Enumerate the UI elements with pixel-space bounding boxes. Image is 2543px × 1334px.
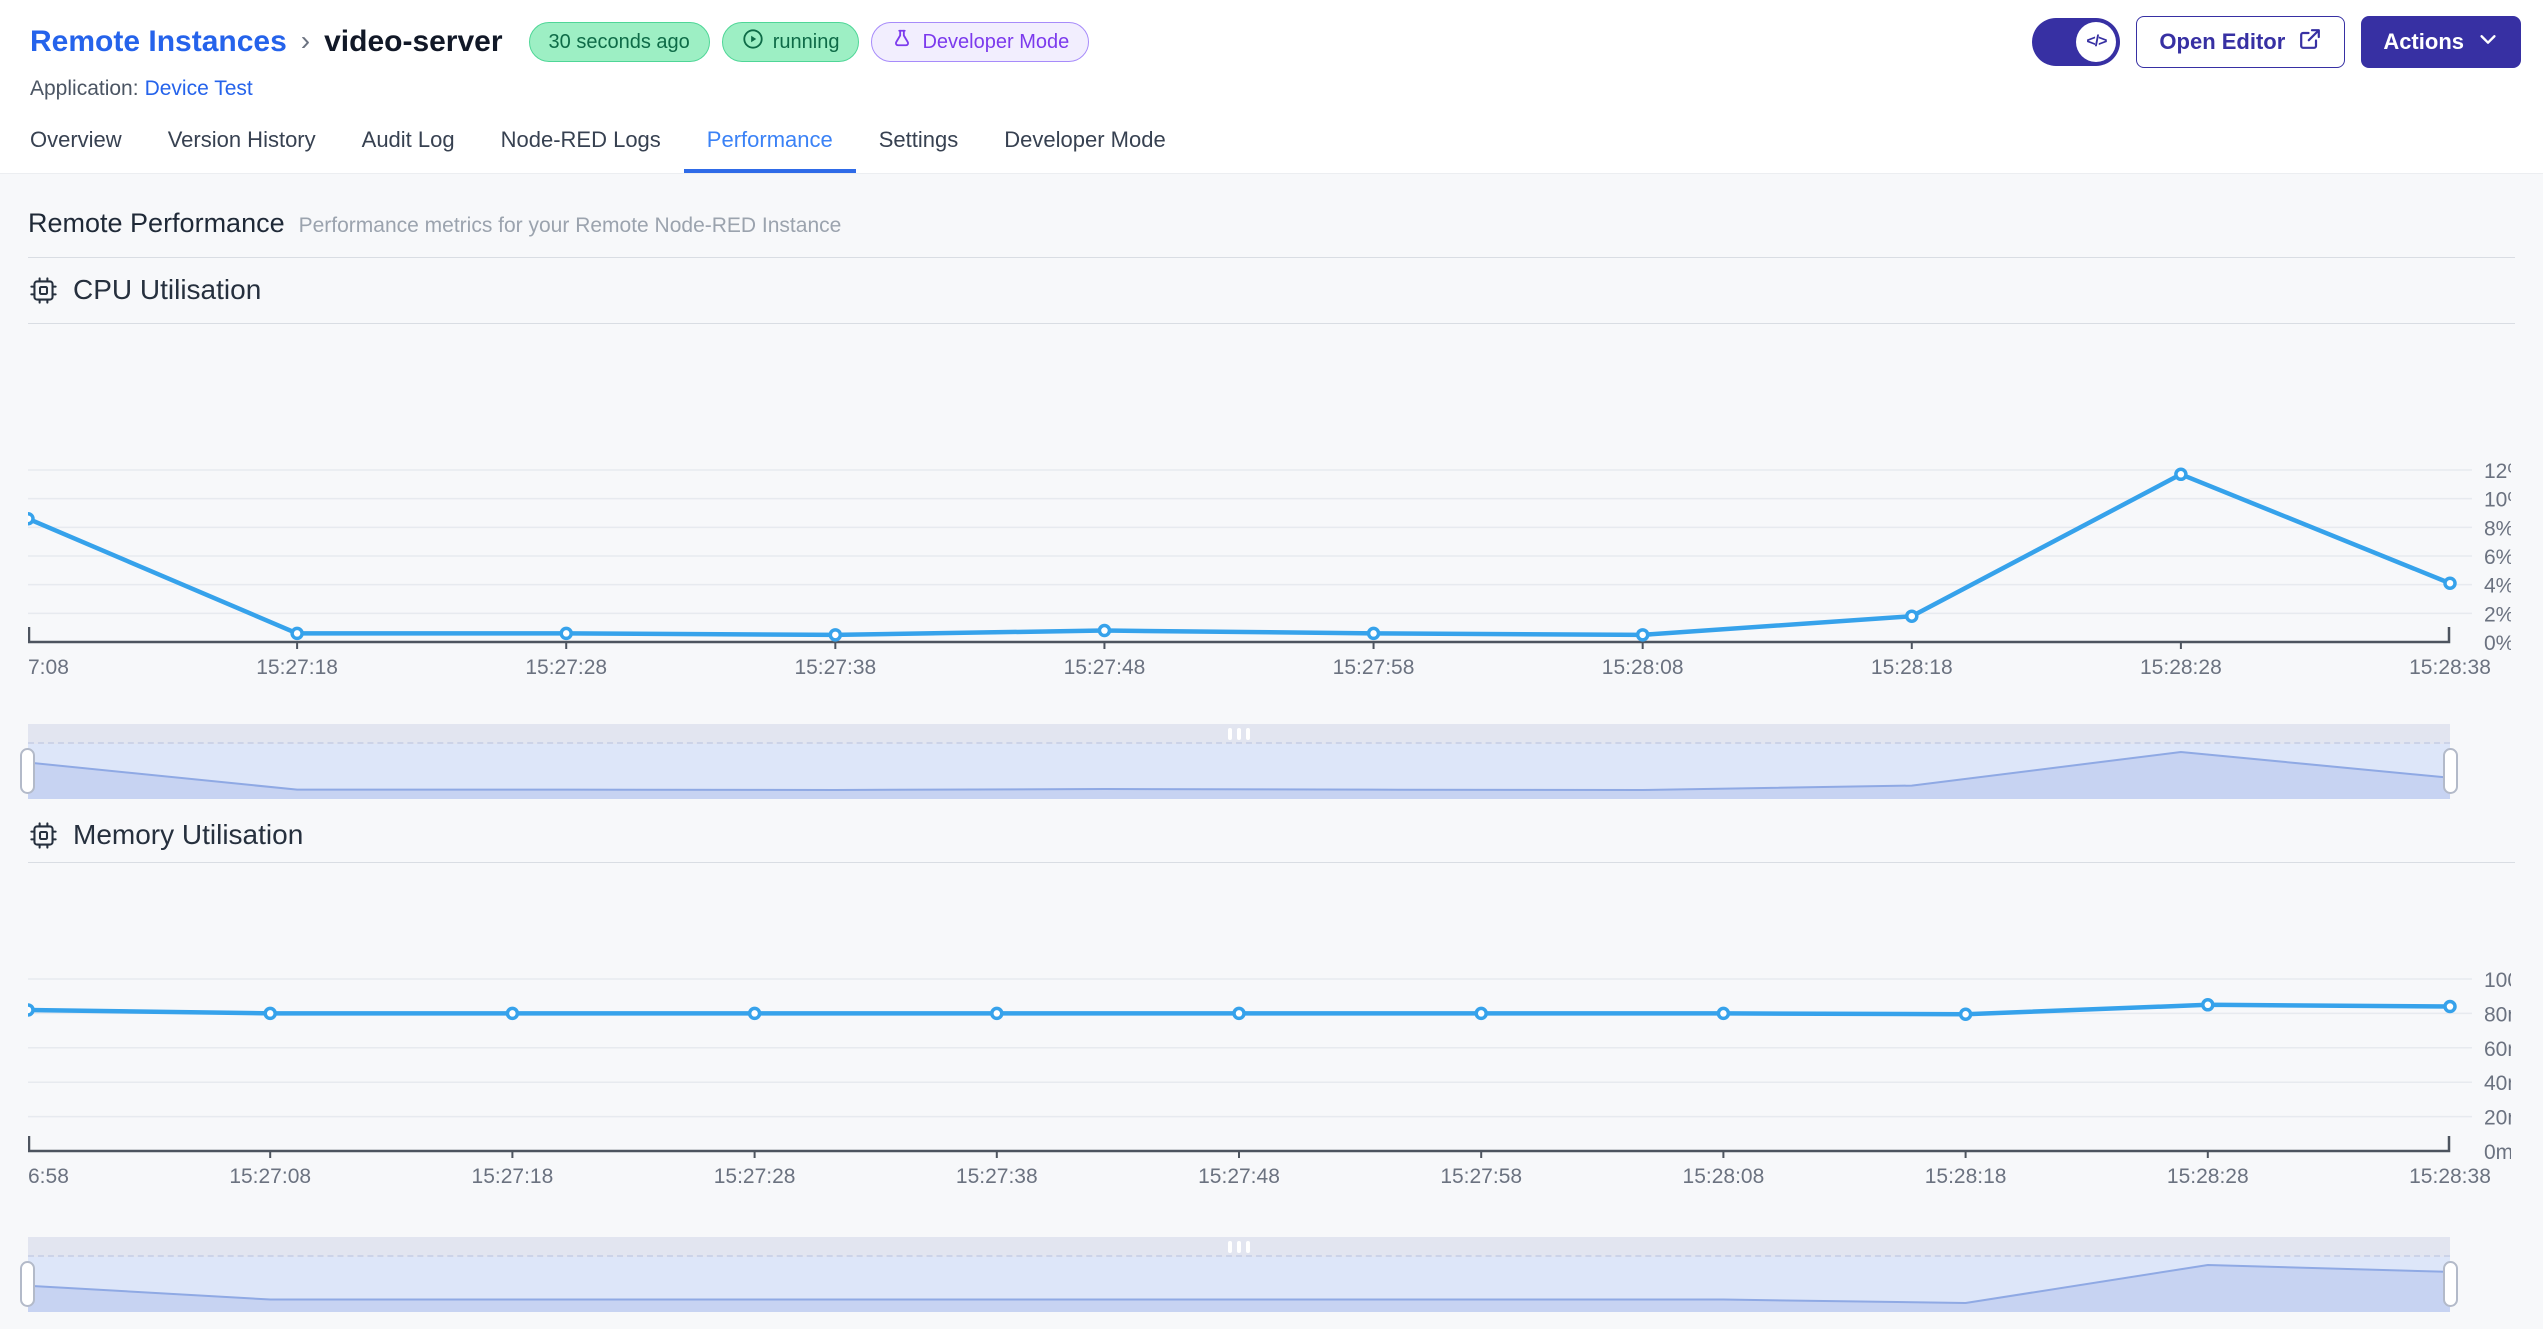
cpu-brush-area-chart bbox=[28, 750, 2450, 799]
memory-utilisation-section: Memory Utilisation 0mb 20mb 40mb 60mb 80mb 10… bbox=[20, 819, 2515, 1312]
svg-text:12%: 12% bbox=[2484, 460, 2511, 483]
flask-icon bbox=[891, 28, 913, 56]
svg-text:15:28:28: 15:28:28 bbox=[2167, 1165, 2249, 1185]
svg-text:15:28:18: 15:28:18 bbox=[1925, 1165, 2007, 1185]
memory-chip-icon bbox=[28, 820, 59, 851]
drag-grip-icon[interactable] bbox=[1228, 728, 1250, 740]
svg-text:15:27:38: 15:27:38 bbox=[794, 656, 876, 676]
performance-panel: Remote Performance Performance metrics f… bbox=[0, 173, 2543, 1329]
editor-availability-toggle[interactable]: </> bbox=[2032, 18, 2121, 66]
tab-version-history[interactable]: Version History bbox=[145, 127, 339, 173]
cpu-brush-right-handle[interactable] bbox=[2443, 748, 2458, 794]
memory-range-selector[interactable] bbox=[20, 1237, 2458, 1312]
running-status-text: running bbox=[772, 30, 840, 53]
external-link-icon bbox=[2298, 27, 2322, 57]
memory-brush-selection[interactable] bbox=[20, 1257, 2458, 1312]
memory-section-header: Memory Utilisation bbox=[28, 819, 2515, 851]
svg-text:0mb: 0mb bbox=[2484, 1141, 2511, 1164]
tab-performance[interactable]: Performance bbox=[683, 127, 856, 173]
page-head: Remote Performance Performance metrics f… bbox=[28, 174, 2515, 239]
application-row: Application: Device Test bbox=[30, 77, 2521, 101]
svg-text:40mb: 40mb bbox=[2484, 1072, 2511, 1095]
tab-settings[interactable]: Settings bbox=[856, 127, 982, 173]
svg-text:15:27:18: 15:27:18 bbox=[256, 656, 338, 676]
running-status-badge: running bbox=[721, 22, 860, 62]
svg-text:6%: 6% bbox=[2484, 546, 2511, 569]
actions-label: Actions bbox=[2383, 29, 2464, 54]
open-editor-label: Open Editor bbox=[2159, 29, 2286, 54]
svg-text:15:27:28: 15:27:28 bbox=[714, 1165, 796, 1185]
chevron-down-icon bbox=[2477, 28, 2499, 56]
svg-text:80mb: 80mb bbox=[2484, 1003, 2511, 1026]
memory-brush-area-chart bbox=[28, 1263, 2450, 1312]
tab-node-red-logs[interactable]: Node-RED Logs bbox=[478, 127, 684, 173]
svg-text:15:27:18: 15:27:18 bbox=[472, 1165, 554, 1185]
tab-audit-log[interactable]: Audit Log bbox=[339, 127, 478, 173]
play-circle-icon bbox=[742, 28, 764, 56]
cpu-brush-track[interactable] bbox=[28, 724, 2450, 744]
svg-text:10%: 10% bbox=[2484, 489, 2511, 512]
developer-mode-text: Developer Mode bbox=[922, 30, 1070, 53]
svg-text:15:27:08: 15:27:08 bbox=[229, 1165, 311, 1185]
svg-text:100mb: 100mb bbox=[2484, 969, 2511, 992]
memory-brush-right-handle[interactable] bbox=[2443, 1261, 2458, 1307]
svg-text:15:27:48: 15:27:48 bbox=[1064, 656, 1146, 676]
tab-overview[interactable]: Overview bbox=[30, 127, 145, 173]
cpu-range-selector[interactable] bbox=[20, 724, 2458, 799]
tab-developer-mode[interactable]: Developer Mode bbox=[981, 127, 1188, 173]
code-icon: </> bbox=[2076, 22, 2117, 62]
cpu-chip-icon bbox=[28, 275, 59, 306]
page-subtitle: Performance metrics for your Remote Node… bbox=[298, 214, 842, 237]
breadcrumb: Remote Instances › video-server bbox=[30, 25, 503, 59]
svg-text:15:27:28: 15:27:28 bbox=[525, 656, 607, 676]
svg-text:15:28:38: 15:28:38 bbox=[2409, 1165, 2491, 1185]
svg-text:4%: 4% bbox=[2484, 575, 2511, 598]
memory-brush-left-handle[interactable] bbox=[20, 1261, 35, 1307]
breadcrumb-current: video-server bbox=[324, 25, 503, 58]
svg-text:60mb: 60mb bbox=[2484, 1038, 2511, 1061]
divider bbox=[28, 257, 2515, 258]
svg-text:15:28:08: 15:28:08 bbox=[1683, 1165, 1765, 1185]
status-badges: 30 seconds ago running Developer Mode bbox=[528, 22, 1090, 62]
tab-bar: Overview Version History Audit Log Node-… bbox=[0, 127, 2543, 173]
svg-text:15:28:28: 15:28:28 bbox=[2140, 656, 2222, 676]
page-header: Remote Instances › video-server 30 secon… bbox=[0, 0, 2543, 101]
svg-text:15:28:08: 15:28:08 bbox=[1602, 656, 1684, 676]
svg-text:15:28:18: 15:28:18 bbox=[1871, 656, 1953, 676]
cpu-utilisation-section: CPU Utilisation 0% 2% 4% 6% 8% 10% 12% 7:08 15:2… bbox=[20, 274, 2515, 799]
memory-brush-track[interactable] bbox=[28, 1237, 2450, 1257]
last-seen-badge: 30 seconds ago bbox=[528, 22, 710, 62]
svg-text:2%: 2% bbox=[2484, 603, 2511, 626]
actions-button[interactable]: Actions bbox=[2361, 16, 2521, 68]
divider bbox=[28, 323, 2515, 324]
memory-line-chart: 0mb 20mb 40mb 60mb 80mb 100mb 6:58 15:27:08 15:2… bbox=[28, 969, 2511, 1185]
breadcrumb-separator: › bbox=[300, 25, 311, 56]
svg-text:0%: 0% bbox=[2484, 632, 2511, 655]
application-link[interactable]: Device Test bbox=[145, 77, 253, 100]
cpu-brush-selection[interactable] bbox=[20, 744, 2458, 799]
svg-text:15:27:58: 15:27:58 bbox=[1333, 656, 1415, 676]
svg-text:15:27:58: 15:27:58 bbox=[1440, 1165, 1522, 1185]
svg-text:8%: 8% bbox=[2484, 517, 2511, 540]
svg-text:15:28:38: 15:28:38 bbox=[2409, 656, 2491, 676]
cpu-brush-left-handle[interactable] bbox=[20, 748, 35, 794]
divider bbox=[28, 862, 2515, 863]
svg-text:20mb: 20mb bbox=[2484, 1107, 2511, 1130]
memory-section-title: Memory Utilisation bbox=[73, 819, 304, 850]
cpu-section-header: CPU Utilisation bbox=[28, 274, 2515, 306]
open-editor-button[interactable]: Open Editor bbox=[2136, 16, 2346, 68]
breadcrumb-parent-link[interactable]: Remote Instances bbox=[30, 25, 287, 59]
svg-text:15:27:48: 15:27:48 bbox=[1198, 1165, 1280, 1185]
svg-text:6:58: 6:58 bbox=[28, 1165, 69, 1185]
cpu-section-title: CPU Utilisation bbox=[73, 274, 262, 305]
application-label: Application: bbox=[30, 77, 139, 100]
svg-text:15:27:38: 15:27:38 bbox=[956, 1165, 1038, 1185]
last-seen-text: 30 seconds ago bbox=[548, 30, 690, 53]
page-title: Remote Performance bbox=[28, 208, 285, 238]
cpu-line-chart: 0% 2% 4% 6% 8% 10% 12% 7:08 15:27:18 15:27:28 15:2… bbox=[28, 460, 2511, 676]
developer-mode-badge: Developer Mode bbox=[871, 22, 1090, 62]
drag-grip-icon[interactable] bbox=[1228, 1241, 1250, 1253]
svg-text:7:08: 7:08 bbox=[28, 656, 69, 676]
